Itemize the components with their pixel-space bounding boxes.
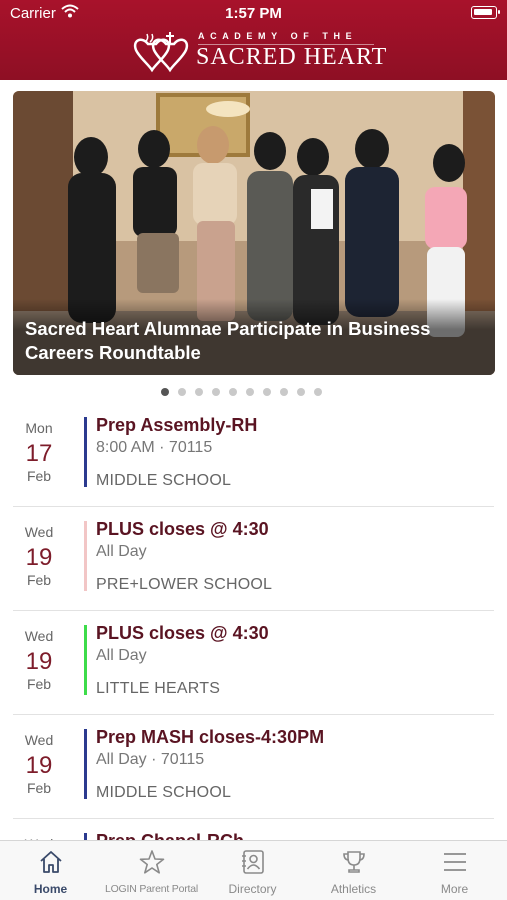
contact-card-icon — [242, 850, 264, 874]
app-header: Carrier 1:57 PM ACADEMY OF THE SACRED HE… — [0, 0, 507, 80]
event-day: 19 — [25, 544, 53, 571]
tab-more[interactable]: More — [404, 841, 505, 900]
carousel-dot[interactable] — [229, 388, 237, 396]
event-group: MIDDLE SCHOOL — [96, 784, 232, 801]
event-day: 17 — [25, 440, 53, 467]
event-weekday: Wed — [24, 628, 54, 644]
event-item[interactable]: Mon 17 Feb Prep Assembly-RH 8:00 AM · 70115 M… — [0, 403, 507, 507]
tab-directory-label: Directory — [228, 882, 277, 896]
tab-athletics[interactable]: Athletics — [303, 841, 404, 900]
tab-home[interactable]: Home — [0, 841, 101, 900]
school-logo: ACADEMY OF THE SACRED HEART — [132, 28, 386, 76]
carousel-dot[interactable] — [178, 388, 186, 396]
event-item[interactable]: Wed 19 Feb PLUS closes @ 4:30 All Day PRE+LOW… — [0, 507, 507, 611]
carousel-page-indicator[interactable] — [161, 388, 322, 398]
event-time: All Day — [96, 543, 147, 560]
event-title: PLUS closes @ 4:30 — [96, 623, 269, 643]
carousel-dot[interactable] — [195, 388, 203, 396]
event-title: Prep Assembly-RH — [96, 415, 258, 435]
status-time: 1:57 PM — [225, 5, 282, 22]
star-icon — [139, 850, 165, 874]
tab-more-label: More — [440, 882, 469, 896]
news-carousel-slide[interactable]: Sacred Heart Alumnae Participate in Busi… — [13, 91, 495, 375]
event-time: All Day — [96, 647, 147, 664]
event-category-bar — [84, 521, 87, 591]
tab-home-label: Home — [33, 882, 68, 896]
event-weekday: Wed — [24, 732, 54, 748]
status-bar: Carrier 1:57 PM — [0, 0, 507, 28]
trophy-icon — [343, 851, 365, 873]
event-group: LITTLE HEARTS — [96, 680, 221, 697]
event-group: PRE+LOWER SCHOOL — [96, 576, 273, 593]
event-group: MIDDLE SCHOOL — [96, 472, 232, 489]
carousel-dot[interactable] — [246, 388, 254, 396]
bottom-tab-bar: Home LOGIN Parent Portal Directory Athle… — [0, 840, 507, 900]
carousel-dot[interactable] — [263, 388, 271, 396]
event-title: Prep MASH closes-4:30PM — [96, 727, 325, 747]
event-day: 19 — [25, 752, 53, 779]
sacred-heart-logo-icon — [133, 32, 189, 73]
tab-directory[interactable]: Directory — [202, 841, 303, 900]
event-month: Feb — [26, 468, 52, 484]
carousel-dot[interactable] — [314, 388, 322, 396]
carousel-dot[interactable] — [212, 388, 220, 396]
event-title: PLUS closes @ 4:30 — [96, 519, 269, 539]
home-icon — [40, 851, 62, 873]
carousel-dot[interactable] — [280, 388, 288, 396]
event-weekday: Mon — [25, 420, 53, 436]
event-time: All Day · 70115 — [96, 751, 205, 768]
event-item[interactable]: Wed 19 Feb Prep MASH closes-4:30PM All Day ·… — [0, 715, 507, 819]
news-headline[interactable]: Sacred Heart Alumnae Participate in Busi… — [25, 317, 485, 365]
menu-icon — [444, 853, 466, 871]
event-category-bar — [84, 729, 87, 799]
event-month: Feb — [26, 676, 52, 692]
carousel-dot[interactable] — [161, 388, 169, 396]
event-day: 19 — [25, 648, 53, 675]
tab-parent-portal[interactable]: LOGIN Parent Portal — [101, 841, 202, 900]
event-weekday: Wed — [24, 524, 54, 540]
event-category-bar — [84, 417, 87, 487]
event-month: Feb — [26, 780, 52, 796]
logo-bottom-text: SACRED HEART — [196, 44, 388, 70]
event-time: 8:00 AM · 70115 — [96, 439, 213, 456]
logo-top-text: ACADEMY OF THE — [198, 31, 358, 41]
event-category-bar — [84, 625, 87, 695]
event-item[interactable]: Wed 19 Feb PLUS closes @ 4:30 All Day LITTLE … — [0, 611, 507, 715]
battery-icon — [471, 6, 500, 19]
event-month: Feb — [26, 572, 52, 588]
carousel-dot[interactable] — [297, 388, 305, 396]
tab-parent-portal-label: LOGIN Parent Portal — [104, 883, 199, 895]
tab-athletics-label: Athletics — [330, 882, 377, 896]
